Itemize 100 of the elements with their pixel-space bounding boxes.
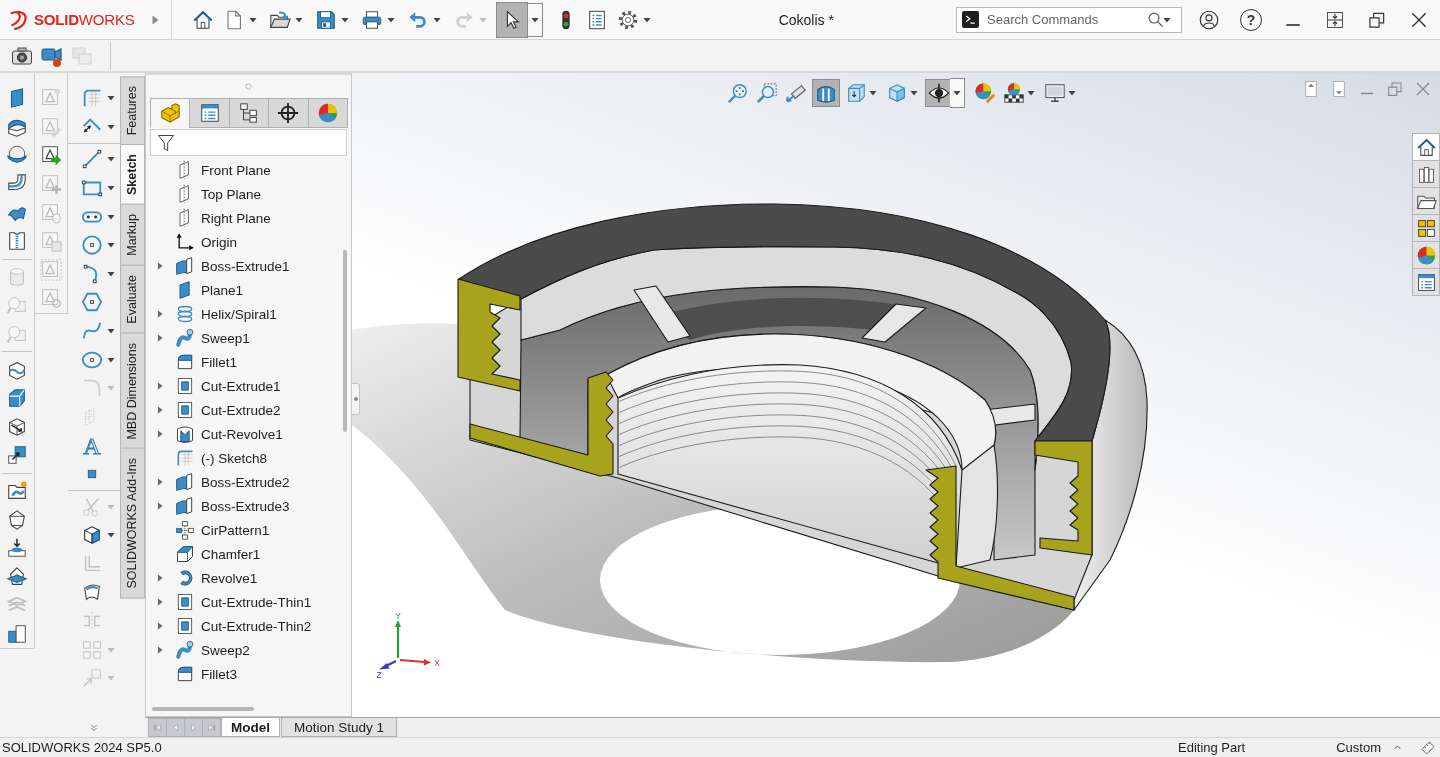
task-pane-tab[interactable] bbox=[1412, 187, 1440, 215]
caret-icon[interactable] bbox=[1068, 89, 1076, 97]
tree-item[interactable]: Cut-Revolve1 bbox=[201, 426, 283, 442]
expand-caret-icon[interactable] bbox=[156, 430, 164, 438]
tree-item[interactable]: Front Plane bbox=[201, 162, 271, 178]
document-tab[interactable]: Model bbox=[221, 718, 280, 737]
caret-icon[interactable] bbox=[107, 212, 115, 221]
task-pane-tab[interactable] bbox=[1412, 268, 1440, 296]
expand-caret-icon[interactable] bbox=[156, 262, 164, 270]
tree-item[interactable]: Boss-Extrude1 bbox=[201, 258, 290, 274]
tree-item[interactable]: Fillet3 bbox=[201, 666, 237, 682]
caret-icon[interactable] bbox=[107, 241, 115, 250]
collapse-handle[interactable] bbox=[352, 383, 360, 415]
caret-icon[interactable] bbox=[248, 15, 257, 24]
expand-caret-icon[interactable] bbox=[156, 334, 164, 342]
caret-icon[interactable] bbox=[107, 531, 115, 540]
expand-caret-icon[interactable] bbox=[156, 502, 164, 510]
tree-item[interactable]: Cut-Extrude-Thin2 bbox=[201, 618, 312, 634]
caret-icon[interactable] bbox=[294, 15, 303, 24]
cursor-icon[interactable] bbox=[495, 1, 528, 38]
tree-item[interactable]: Right Plane bbox=[201, 210, 271, 226]
panel-up-icon[interactable] bbox=[1302, 80, 1320, 98]
expand-caret-icon[interactable] bbox=[156, 622, 164, 630]
task-pane-tab[interactable] bbox=[1412, 160, 1440, 188]
boxes-arrow-icon[interactable] bbox=[6, 444, 28, 467]
ribbon-tab[interactable]: Markup bbox=[120, 204, 145, 267]
scrollbar-thumb[interactable] bbox=[343, 250, 347, 432]
tree-item[interactable]: Sweep2 bbox=[201, 642, 250, 658]
task-pane-tab[interactable] bbox=[1412, 214, 1440, 242]
cube-icon[interactable] bbox=[81, 524, 103, 547]
tree-item[interactable]: Revolve1 bbox=[201, 570, 258, 586]
tree-item[interactable]: Top Plane bbox=[201, 186, 262, 202]
tree-item[interactable]: Plane1 bbox=[201, 282, 244, 298]
expand-caret-icon[interactable] bbox=[156, 382, 164, 390]
caret-icon[interactable] bbox=[950, 78, 965, 108]
filter-field[interactable] bbox=[150, 129, 347, 156]
expand-caret-icon[interactable] bbox=[156, 646, 164, 654]
caret-icon[interactable] bbox=[1027, 89, 1035, 97]
account-icon[interactable] bbox=[1199, 9, 1219, 30]
hexagon-icon[interactable] bbox=[81, 291, 103, 314]
tree-item[interactable]: Cut-Extrude2 bbox=[201, 402, 281, 418]
scrollbar-thumb[interactable] bbox=[152, 707, 254, 711]
sectioned-cylinder-icon[interactable] bbox=[812, 79, 840, 107]
circle-icon[interactable] bbox=[81, 234, 103, 257]
caret-icon[interactable] bbox=[107, 94, 115, 103]
caret-icon[interactable] bbox=[340, 15, 349, 24]
ribbon-tab[interactable]: Evaluate bbox=[120, 265, 145, 334]
ribbon-tab[interactable]: Features bbox=[120, 76, 145, 146]
folder-spark-icon[interactable] bbox=[6, 480, 28, 502]
gem-icon[interactable] bbox=[6, 508, 28, 531]
expand-caret-icon[interactable] bbox=[156, 598, 164, 606]
collapse-icon[interactable] bbox=[1325, 9, 1345, 30]
caret-icon[interactable] bbox=[107, 327, 115, 336]
manager-tab[interactable] bbox=[189, 98, 230, 128]
zipper-icon[interactable] bbox=[6, 230, 28, 253]
caret-icon[interactable] bbox=[107, 155, 115, 164]
tree-item[interactable]: Fillet1 bbox=[201, 354, 237, 370]
ribbon-tab[interactable]: SOLIDWORKS Add-Ins bbox=[120, 448, 145, 599]
units-menu[interactable]: Custom bbox=[1336, 740, 1381, 755]
caret-icon[interactable] bbox=[1163, 15, 1171, 24]
eye-icon[interactable] bbox=[925, 79, 953, 107]
caret-icon[interactable] bbox=[432, 15, 441, 24]
tree-item[interactable]: Origin bbox=[201, 234, 237, 250]
zoom-area-icon[interactable] bbox=[754, 80, 780, 106]
grip-dot-icon[interactable] bbox=[245, 83, 252, 90]
ribbon-tab[interactable]: MBD Dimensions bbox=[120, 332, 145, 450]
block-icon[interactable] bbox=[6, 387, 28, 410]
task-pane-tab[interactable] bbox=[1412, 133, 1440, 161]
caret-icon[interactable] bbox=[107, 355, 115, 364]
ribbon-tab[interactable]: Sketch bbox=[120, 144, 145, 206]
ball-checker-icon[interactable] bbox=[1001, 80, 1027, 106]
tree-item[interactable]: Cut-Extrude1 bbox=[201, 378, 281, 394]
expand-caret-icon[interactable] bbox=[156, 574, 164, 582]
caret-icon[interactable] bbox=[107, 184, 115, 193]
tree-item[interactable]: CirPattern1 bbox=[201, 522, 270, 538]
caret-icon[interactable] bbox=[869, 89, 877, 97]
tree-item[interactable]: Sweep1 bbox=[201, 330, 250, 346]
caret-icon[interactable] bbox=[642, 15, 651, 24]
expand-caret-icon[interactable] bbox=[156, 406, 164, 414]
blocks-icon[interactable] bbox=[6, 623, 28, 645]
tree-item[interactable]: (-) Sketch8 bbox=[201, 450, 268, 466]
tree-item[interactable]: Chamfer1 bbox=[201, 546, 261, 562]
caret-icon[interactable] bbox=[386, 15, 395, 24]
tree-item[interactable]: Boss-Extrude2 bbox=[201, 474, 290, 490]
tree-item[interactable]: Helix/Spiral1 bbox=[201, 306, 277, 322]
tree-item[interactable]: Boss-Extrude3 bbox=[201, 498, 290, 514]
search-field[interactable]: Search Commands bbox=[956, 6, 1182, 33]
tree-item[interactable]: Cut-Extrude-Thin1 bbox=[201, 594, 312, 610]
cube-arrow-icon[interactable] bbox=[6, 415, 28, 438]
caret-icon[interactable] bbox=[107, 122, 115, 131]
panel-down-icon[interactable] bbox=[1330, 80, 1348, 98]
tray-arrow-icon[interactable] bbox=[6, 537, 28, 560]
line-icon[interactable] bbox=[81, 148, 103, 171]
task-pane-tab[interactable] bbox=[1412, 241, 1440, 269]
expand-caret-icon[interactable] bbox=[156, 478, 164, 486]
manager-tab[interactable] bbox=[268, 98, 309, 128]
search-icon[interactable] bbox=[1147, 11, 1164, 28]
gem-plane-icon[interactable] bbox=[6, 565, 28, 588]
note-box-icon[interactable] bbox=[40, 144, 62, 167]
ruler-icon[interactable] bbox=[1420, 739, 1436, 756]
